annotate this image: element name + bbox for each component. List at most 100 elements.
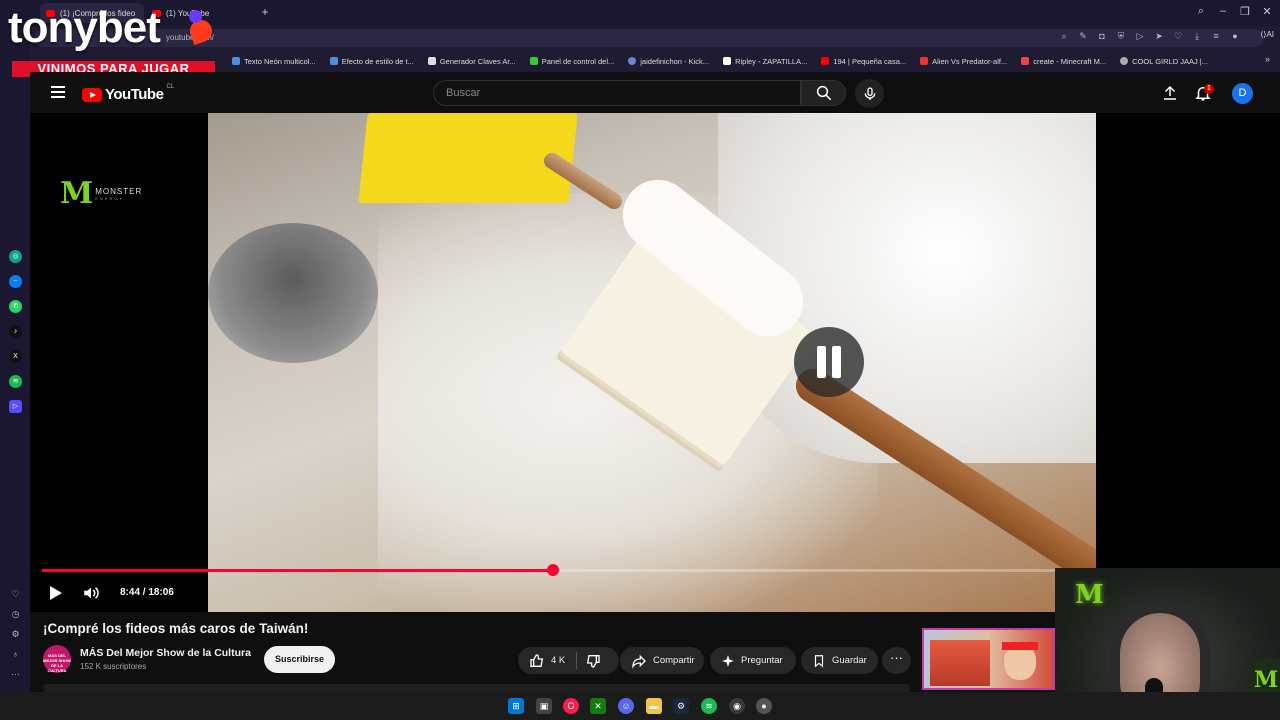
- profile-icon[interactable]: ●: [1230, 31, 1240, 41]
- bookmark-item[interactable]: jaidefinichon - Kick...: [628, 57, 709, 66]
- shield-icon[interactable]: ⛨: [1116, 31, 1126, 41]
- youtube-logo[interactable]: YouTube CL: [82, 84, 174, 103]
- bookmarks-more-icon[interactable]: »: [1265, 54, 1270, 64]
- progress-bar-played: [42, 569, 554, 572]
- minimize-button[interactable]: –: [1215, 5, 1231, 17]
- bookmark-favicon-icon: [821, 57, 830, 65]
- camera-icon[interactable]: ◘: [1097, 31, 1107, 41]
- chatgpt-icon[interactable]: ◎: [9, 250, 22, 263]
- monster-wordmark: MONSTER ENERGY: [95, 187, 143, 201]
- send-icon[interactable]: ➤: [1154, 31, 1164, 41]
- recommended-video-thumbnail[interactable]: [922, 628, 1055, 690]
- video-metal-bowl: [208, 223, 378, 363]
- more-actions-button[interactable]: ···: [882, 647, 911, 674]
- close-window-button[interactable]: ✕: [1259, 5, 1275, 18]
- save-button[interactable]: Guardar: [801, 647, 878, 674]
- discord-icon[interactable]: ☺: [618, 698, 634, 714]
- messenger-icon[interactable]: ~: [9, 275, 22, 288]
- heart-icon[interactable]: ♡: [9, 588, 22, 601]
- bookmark-item[interactable]: Ripley - ZAPATILLA...: [723, 57, 807, 66]
- bookmark-label: Texto Neón multicol...: [244, 56, 316, 66]
- app-icon[interactable]: ●: [756, 698, 772, 714]
- menu-icon[interactable]: [51, 86, 65, 98]
- share-icon: [632, 654, 646, 669]
- bookmark-favicon-icon: [329, 57, 338, 65]
- microphone-icon: [864, 87, 876, 100]
- ask-label: Preguntar: [741, 655, 783, 666]
- monster-claw-icon: M: [60, 176, 94, 211]
- heart-icon[interactable]: ♡: [1173, 31, 1183, 41]
- bookmark-label: Alien Vs Predator-alf...: [932, 56, 1008, 66]
- bookmarks-bar: Texto Neón multicol... Efecto de estilo …: [30, 50, 1280, 72]
- bookmark-item[interactable]: Alien Vs Predator-alf...: [920, 57, 1007, 66]
- file-explorer-icon[interactable]: ▬: [646, 698, 662, 714]
- account-avatar[interactable]: D: [1232, 83, 1253, 104]
- bookmark-item[interactable]: create - Minecraft M...: [1021, 57, 1106, 66]
- bulb-icon[interactable]: ♁: [9, 648, 22, 661]
- download-icon[interactable]: ⤓: [1192, 31, 1202, 41]
- whatsapp-icon[interactable]: ✆: [9, 300, 22, 313]
- ai-button[interactable]: ⟨⟩AI: [1260, 30, 1274, 39]
- thumbs-down-icon[interactable]: [585, 653, 601, 669]
- bookmark-label: Generador Claves Ar...: [439, 56, 516, 66]
- restore-button[interactable]: ❐: [1237, 5, 1253, 18]
- bookmark-label: jaidefinichon - Kick...: [640, 56, 710, 66]
- like-count[interactable]: 4 K: [551, 655, 565, 666]
- video-player[interactable]: M MONSTER ENERGY 8:44 / 18:06: [30, 113, 1280, 612]
- aria-icon[interactable]: ▷: [9, 400, 22, 413]
- spotify-icon[interactable]: ≋: [9, 375, 22, 388]
- bookmark-favicon-icon: [628, 57, 637, 65]
- bookmark-label: Ripley - ZAPATILLA...: [735, 56, 808, 66]
- progress-bar[interactable]: [42, 564, 1102, 576]
- bookmark-item[interactable]: COOL GIRLD JAAJ |...: [1120, 57, 1208, 66]
- bookmark-item[interactable]: Generador Claves Ar...: [427, 56, 516, 66]
- steam-icon[interactable]: ⚙: [673, 698, 689, 714]
- bookmark-favicon-icon: [232, 57, 240, 65]
- search-placeholder: Buscar: [446, 87, 481, 99]
- pause-icon[interactable]: [794, 327, 864, 397]
- bookmark-item[interactable]: 194 | Pequeña casa...: [821, 57, 906, 66]
- task-view-icon[interactable]: ▣: [536, 698, 552, 714]
- tiktok-icon[interactable]: ♪: [9, 325, 22, 338]
- save-label: Guardar: [832, 655, 867, 666]
- channel-avatar[interactable]: MÁS DEL MEJOR SHOW DE LA CULTURA: [43, 645, 71, 673]
- edit-icon[interactable]: ✎: [1078, 31, 1088, 41]
- bookmark-item[interactable]: Panel de control del...: [529, 57, 614, 66]
- channel-name[interactable]: MÁS Del Mejor Show de la Cultura: [80, 647, 252, 659]
- x-icon[interactable]: X: [9, 350, 22, 363]
- thumbs-up-icon[interactable]: [529, 653, 545, 669]
- ask-button[interactable]: Preguntar: [710, 647, 796, 674]
- settings-icon[interactable]: ⚙: [9, 628, 22, 641]
- description-box[interactable]: [43, 684, 911, 692]
- upload-icon[interactable]: [1161, 84, 1179, 102]
- xbox-icon[interactable]: ✕: [590, 698, 606, 714]
- bookmark-item[interactable]: Efecto de estilo de t...: [329, 57, 414, 66]
- menu-icon[interactable]: ≡: [1211, 31, 1221, 41]
- search-button[interactable]: [801, 80, 846, 106]
- voice-search-button[interactable]: [855, 79, 884, 108]
- subscribe-button[interactable]: Suscribirse: [264, 646, 335, 673]
- bookmark-icon: [814, 654, 824, 667]
- ai-label: AI: [1266, 30, 1274, 39]
- youtube-play-icon: [82, 87, 102, 102]
- zoom-icon[interactable]: ⌕: [1059, 31, 1069, 41]
- tab-search-icon[interactable]: ⌕: [1193, 5, 1209, 18]
- opera-gx-icon[interactable]: O: [563, 698, 579, 714]
- new-tab-button[interactable]: +: [259, 6, 271, 18]
- history-icon[interactable]: ◷: [9, 608, 22, 621]
- bookmark-label: create - Minecraft M...: [1033, 56, 1107, 66]
- windows-start-icon[interactable]: ⊞: [508, 698, 524, 714]
- share-button[interactable]: Compartir: [620, 647, 704, 674]
- monster-claw-icon: M: [1075, 580, 1104, 610]
- video-frame[interactable]: [208, 113, 1096, 612]
- play-icon[interactable]: ▷: [1135, 31, 1145, 41]
- more-icon[interactable]: ···: [9, 668, 22, 681]
- search-input[interactable]: Buscar: [433, 80, 801, 106]
- bookmark-item[interactable]: Texto Neón multicol...: [232, 57, 316, 66]
- volume-icon[interactable]: [82, 584, 100, 602]
- obs-icon[interactable]: ◉: [729, 698, 745, 714]
- play-button[interactable]: [50, 586, 62, 600]
- spotify-icon[interactable]: ≋: [701, 698, 717, 714]
- thumbnail-stall: [930, 640, 990, 686]
- bookmark-favicon-icon: [723, 57, 732, 65]
